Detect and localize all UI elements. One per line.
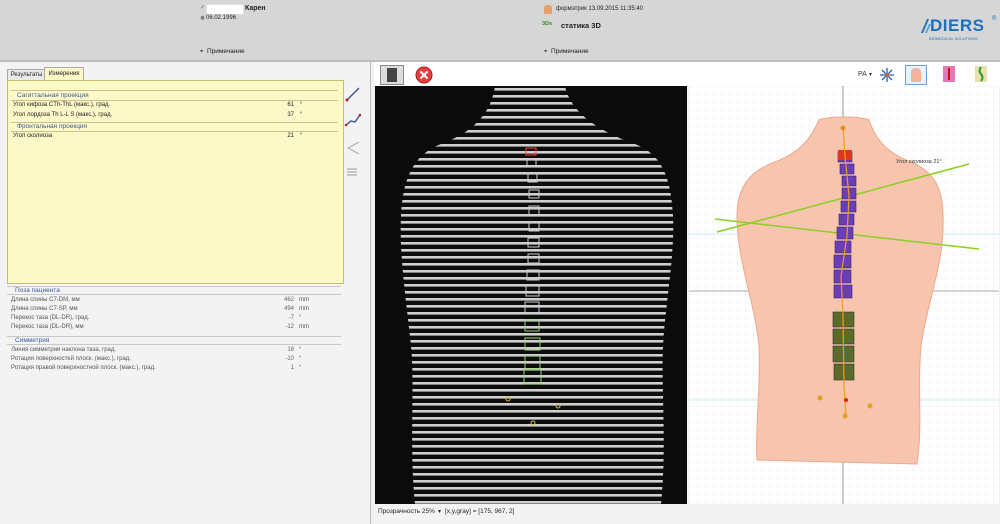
scoliosis-annotation: Угол сколиоза 21°	[896, 159, 942, 165]
birthday-icon: ❈	[200, 16, 206, 22]
posture-label: Длина спины C7-DM, мм	[11, 297, 80, 303]
divider	[11, 131, 338, 132]
symmetry-label: Ротация поверхностей плоск. (макс.), гра…	[11, 356, 131, 362]
symmetry-unit: °	[299, 347, 302, 353]
symmetry-label: Линия симметрии наклона таза, град.	[11, 347, 117, 353]
spine-model-view[interactable]: Угол сколиоза 21°	[689, 86, 999, 504]
posture-value: -7	[288, 315, 294, 321]
symmetry-section-title: Симметрия	[15, 337, 50, 344]
divider	[11, 90, 338, 91]
header-bar	[0, 0, 1000, 60]
transparency-label[interactable]: Прозрачность 25%	[378, 508, 435, 515]
brand-reg: ®	[992, 16, 997, 22]
curvature-icon	[978, 66, 984, 82]
scoliosis-unit: °	[300, 133, 303, 139]
axes-rotate-icon[interactable]	[878, 66, 896, 84]
brand-name: DIERS	[930, 16, 985, 35]
patient-name: Карен	[245, 5, 266, 12]
chevron-down-icon[interactable]: ▾	[438, 508, 441, 515]
symmetry-label: Ротация правой поверхностной плоск. (мак…	[11, 365, 156, 371]
status-bar: Прозрачность 25% ▾ [x,y,gray] = [175, 96…	[374, 505, 1000, 524]
photo-view-button[interactable]	[380, 65, 404, 85]
scoliosis-label: Угол сколиоза	[13, 133, 53, 139]
spine-view-button[interactable]	[940, 65, 958, 83]
surface-view-button[interactable]	[905, 65, 927, 85]
patient-lastname-field[interactable]	[206, 4, 244, 15]
divider	[11, 100, 338, 101]
align-icon[interactable]	[346, 166, 358, 178]
posture-unit: mm	[299, 324, 309, 330]
lordosis-value: 37	[287, 112, 294, 118]
kyphosis-value: 61	[287, 102, 294, 108]
posture-value: 462	[283, 297, 294, 303]
symmetry-value: 18	[287, 347, 294, 353]
frontal-section-title: Фронтальная проекция	[17, 123, 88, 130]
spine-model-svg	[689, 86, 999, 504]
scan-mode-label: статика 3D	[561, 21, 601, 30]
divider	[7, 344, 341, 345]
kyphosis-unit: °	[300, 102, 303, 108]
sagittal-section-title: Сагиттальная проекция	[17, 92, 89, 99]
lordosis-label: Угол лордоза Th L-L S (макс.), град.	[13, 112, 113, 118]
back-photo-svg	[400, 86, 674, 504]
body-icon	[911, 68, 921, 82]
note-icon: ⌖	[200, 49, 204, 55]
scoliosis-value: 21	[287, 133, 294, 139]
posture-value: 494	[283, 306, 294, 312]
note-icon-2: ⌖	[544, 49, 548, 55]
patient-note-label[interactable]: Примечание	[207, 48, 245, 55]
symmetry-value: -10	[285, 356, 294, 362]
posture-unit: mm	[299, 306, 309, 312]
symmetry-unit: °	[299, 356, 302, 362]
chevron-down-icon[interactable]: ▾	[869, 71, 872, 78]
measure-polyline-icon[interactable]	[345, 112, 361, 128]
kyphosis-label: Угол кифоза CTh-ThL (макс.), град.	[13, 102, 111, 108]
posture-label: Перекос таза (DL-DR), град.	[11, 315, 90, 321]
posture-value: -12	[285, 324, 294, 330]
tab-measurements[interactable]: Измерения	[44, 67, 84, 81]
lordosis-unit: °	[300, 112, 303, 118]
close-icon[interactable]	[415, 66, 433, 84]
measure-angle-icon[interactable]	[345, 140, 361, 156]
scan-type-icon	[544, 5, 552, 14]
spine-line-icon	[948, 68, 950, 80]
mode-badge-icon: 3Ds	[542, 21, 553, 27]
posture-label: Перекос таза (DL-DR), мм	[11, 324, 84, 330]
scan-type-label: формэтрик 13.09.2015 11:35:40	[556, 6, 643, 12]
posture-unit: mm	[299, 297, 309, 303]
posture-section-title: Поза пациента	[15, 287, 60, 294]
symmetry-unit: °	[299, 365, 302, 371]
posture-unit: °	[299, 315, 302, 321]
divider	[7, 336, 341, 337]
curvature-view-button[interactable]	[972, 65, 990, 83]
scan-note-label[interactable]: Примечание	[551, 48, 589, 55]
divider	[7, 294, 341, 295]
posture-label: Длина спины C7-SP, мм	[11, 306, 78, 312]
measurements-panel: Сагиттальная проекция Угол кифоза CTh-Th…	[7, 80, 344, 284]
photo-thumb-icon	[387, 68, 397, 82]
brand-tagline: BIOMEDICAL SOLUTIONS	[929, 36, 978, 41]
pixel-readout: [x,y,gray] = [175, 967, 2]	[445, 508, 515, 515]
measure-line-icon[interactable]	[345, 86, 361, 102]
symmetry-value: 1	[290, 365, 294, 371]
gender-icon: ♂	[200, 5, 205, 11]
rasterstereography-image[interactable]	[375, 86, 687, 504]
view-orientation-label[interactable]: PA	[858, 71, 867, 78]
patient-dob: 06.02.1996	[206, 15, 237, 21]
